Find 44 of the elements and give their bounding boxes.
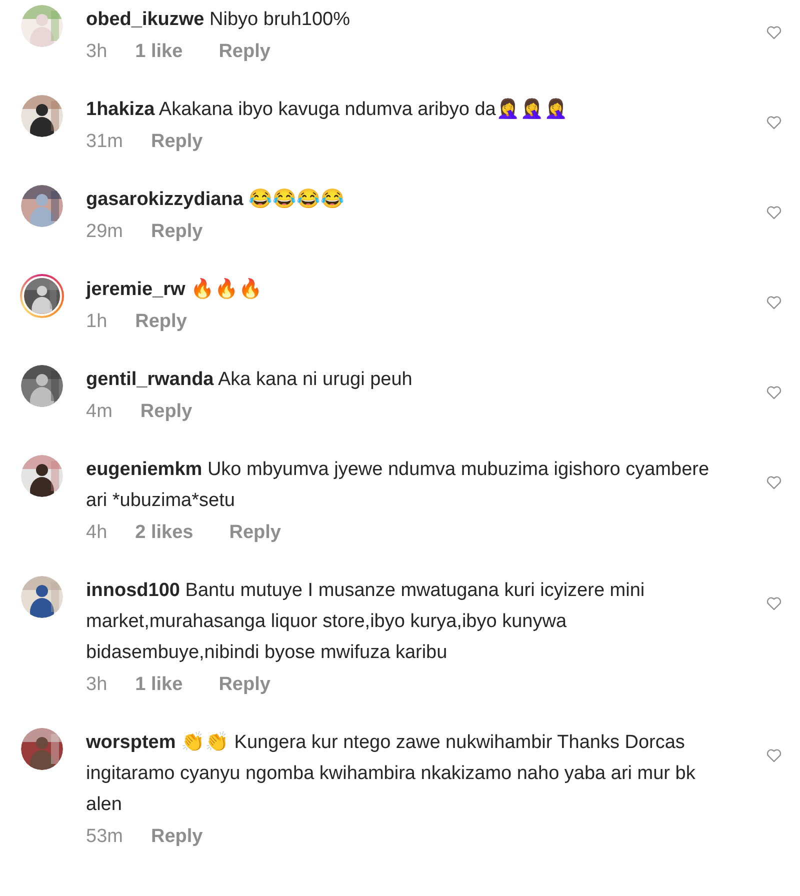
reply-button[interactable]: Reply <box>150 823 203 851</box>
username-link[interactable]: eugeniemkm <box>86 459 202 480</box>
like-heart-icon[interactable] <box>766 385 782 400</box>
likes-count[interactable]: 1 like <box>135 671 183 699</box>
username-link[interactable]: 1hakiza <box>86 99 155 120</box>
reply-button[interactable]: Reply <box>150 218 203 246</box>
comment-time: 53m <box>86 825 123 849</box>
comment-text: obed_ikuzwe Nibyo bruh100% <box>86 8 352 32</box>
comment-time: 1h <box>86 310 108 334</box>
like-heart-icon[interactable] <box>766 205 782 220</box>
comment-time: 3h <box>86 40 108 64</box>
story-ring[interactable] <box>20 274 64 318</box>
like-heart-icon[interactable] <box>766 25 782 40</box>
username-link[interactable]: gentil_rwanda <box>86 369 214 390</box>
reply-button[interactable]: Reply <box>150 128 203 156</box>
username-link[interactable]: worsptem <box>86 732 176 753</box>
comment-text: 1hakiza Akakana ibyo kavuga ndumva aribyo da🤦‍♀🤦‍♀🤦‍♀ <box>86 97 569 122</box>
comment-time: 4m <box>86 400 112 424</box>
comment-time: 3h <box>86 673 108 697</box>
comment-text: jeremie_rw 🔥🔥🔥 <box>86 277 264 302</box>
comment-text: gentil_rwanda Aka kana ni urugi peuh <box>86 368 414 392</box>
comment-time: 31m <box>86 130 123 154</box>
username-link[interactable]: gasarokizzydiana <box>86 189 244 210</box>
comment-text: gasarokizzydiana 😂😂😂😂 <box>86 188 346 212</box>
likes-count[interactable]: 2 likes <box>135 519 194 547</box>
reply-button[interactable]: Reply <box>229 519 281 547</box>
username-link[interactable]: innosd100 <box>86 580 180 601</box>
username-link[interactable]: jeremie_rw <box>86 279 186 300</box>
reply-button[interactable]: Reply <box>218 38 270 66</box>
reply-button[interactable]: Reply <box>135 308 187 336</box>
like-heart-icon[interactable] <box>766 475 782 490</box>
like-heart-icon[interactable] <box>766 295 782 310</box>
like-heart-icon[interactable] <box>766 115 782 130</box>
reply-button[interactable]: Reply <box>218 671 270 699</box>
likes-count[interactable]: 1 like <box>135 38 183 66</box>
username-link[interactable]: obed_ikuzwe <box>86 9 204 30</box>
comment-time: 29m <box>86 220 123 244</box>
comment-text: eugeniemkm Uko mbyumva jyewe ndumva mubuzima igishoro cyambere ari *ubuzima*setu <box>86 458 710 513</box>
comment-text: worsptem 👏👏 Kungera kur ntego zawe nukwihambir Thanks Dorcas ingitaramo cyanyu ngomba kwihambira nkakizamo naho yaba ari mur bk alen <box>86 730 696 817</box>
reply-button[interactable]: Reply <box>140 398 192 426</box>
like-heart-icon[interactable] <box>766 596 782 611</box>
comment-text: innosd100 Bantu mutuye I musanze mwatugana kuri icyizere mini market,murahasanga liquor store,ibyo kurya,ibyo kunywa bidasembuye,nibindi byose mwifuza karibu <box>86 579 646 665</box>
comment-time: 4h <box>86 521 108 545</box>
like-heart-icon[interactable] <box>766 748 782 763</box>
